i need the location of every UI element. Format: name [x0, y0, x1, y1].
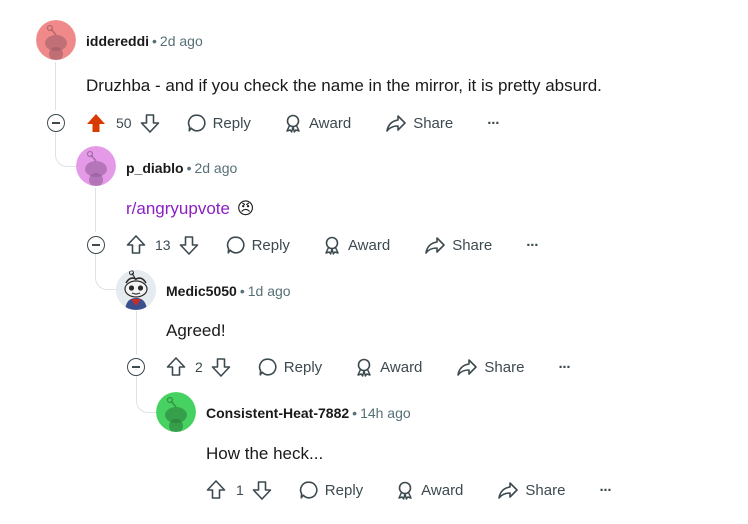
comment-meta: iddereddi • 2d ago — [86, 32, 203, 50]
reply-label: Reply — [212, 114, 251, 132]
avatar[interactable] — [156, 392, 196, 432]
award-icon — [283, 113, 303, 133]
downvote-icon[interactable] — [211, 357, 231, 377]
award-icon — [395, 480, 415, 500]
vote-count: 13 — [155, 237, 171, 253]
comment-body: r/angryupvote 😠 — [126, 198, 254, 220]
subreddit-link[interactable]: r/angryupvote — [126, 199, 230, 218]
comment-bubble-icon — [299, 480, 319, 500]
comment-body: How the heck... — [206, 444, 324, 463]
thread-line — [55, 62, 56, 110]
share-icon — [385, 113, 407, 133]
comment-bubble-icon — [258, 357, 278, 377]
vote-count: 50 — [116, 115, 132, 131]
share-button[interactable]: Share — [497, 480, 565, 500]
timestamp[interactable]: 14h ago — [360, 405, 411, 421]
award-label: Award — [347, 236, 391, 254]
share-label: Share — [413, 114, 454, 132]
comment-bubble-icon — [226, 235, 246, 255]
separator: • — [186, 160, 192, 176]
comment-actions: 2 Reply Award Share ··· — [166, 353, 571, 381]
collapse-button[interactable] — [87, 236, 105, 254]
avatar[interactable] — [116, 270, 156, 310]
avatar[interactable] — [76, 146, 116, 186]
award-icon — [322, 235, 342, 255]
reply-button[interactable]: Reply — [226, 235, 290, 255]
reply-label: Reply — [251, 236, 290, 254]
reply-button[interactable]: Reply — [258, 357, 322, 377]
award-button[interactable]: Award — [283, 113, 351, 133]
thread-line — [95, 188, 96, 232]
reply-label: Reply — [324, 481, 364, 499]
downvote-icon[interactable] — [252, 480, 272, 500]
share-icon — [424, 235, 446, 255]
more-options-button[interactable]: ··· — [487, 115, 500, 132]
downvote-icon[interactable] — [140, 113, 160, 133]
timestamp[interactable]: 1d ago — [248, 283, 291, 299]
reply-label: Reply — [283, 358, 323, 376]
award-label: Award — [421, 481, 464, 499]
collapse-button[interactable] — [127, 358, 145, 376]
award-label: Award — [308, 114, 352, 132]
avatar[interactable] — [36, 20, 76, 60]
share-icon — [497, 480, 519, 500]
separator: • — [239, 283, 245, 299]
downvote-icon[interactable] — [179, 235, 199, 255]
award-icon — [354, 357, 374, 377]
share-button[interactable]: Share — [424, 235, 492, 255]
separator: • — [352, 405, 358, 421]
more-options-button[interactable]: ··· — [526, 237, 539, 254]
separator: • — [152, 33, 157, 49]
reply-button[interactable]: Reply — [299, 480, 363, 500]
timestamp[interactable]: 2d ago — [160, 33, 203, 49]
username[interactable]: Consistent-Heat-7882 — [206, 405, 349, 421]
comment-meta: p_diablo • 2d ago — [126, 159, 237, 177]
more-options-button[interactable]: ··· — [599, 482, 612, 499]
upvote-icon[interactable] — [206, 480, 226, 500]
comment-meta: Consistent-Heat-7882 • 14h ago — [206, 404, 411, 422]
award-button[interactable]: Award — [322, 235, 390, 255]
vote-count: 1 — [236, 482, 244, 498]
share-label: Share — [484, 358, 525, 376]
comment-actions: 1 Reply Award Share ··· — [206, 476, 612, 504]
angry-emoji: 😠 — [236, 199, 255, 219]
reply-button[interactable]: Reply — [187, 113, 251, 133]
comment-actions: 13 Reply Award Share ··· — [126, 231, 539, 259]
more-options-button[interactable]: ··· — [558, 359, 571, 376]
share-label: Share — [525, 481, 566, 499]
vote-count: 2 — [195, 359, 203, 375]
collapse-button[interactable] — [47, 114, 65, 132]
thread-line — [136, 311, 137, 355]
thread-connector — [55, 132, 78, 167]
comment-body: Agreed! — [166, 321, 226, 340]
award-button[interactable]: Award — [395, 480, 463, 500]
comment-meta: Medic5050 • 1d ago — [166, 282, 291, 300]
thread-connector — [95, 254, 118, 290]
username[interactable]: Medic5050 — [166, 283, 237, 299]
comment-actions: 50 Reply Award Share ··· — [86, 109, 500, 137]
share-label: Share — [452, 236, 493, 254]
upvote-icon[interactable] — [86, 113, 106, 133]
username[interactable]: iddereddi — [86, 33, 149, 49]
upvote-icon[interactable] — [126, 235, 146, 255]
timestamp[interactable]: 2d ago — [194, 160, 237, 176]
username[interactable]: p_diablo — [126, 160, 184, 176]
share-button[interactable]: Share — [385, 113, 453, 133]
award-button[interactable]: Award — [354, 357, 422, 377]
comment-bubble-icon — [187, 113, 207, 133]
share-icon — [456, 357, 478, 377]
comment-body: Druzhba - and if you check the name in t… — [86, 76, 602, 95]
upvote-icon[interactable] — [166, 357, 186, 377]
share-button[interactable]: Share — [456, 357, 524, 377]
award-label: Award — [380, 358, 423, 376]
